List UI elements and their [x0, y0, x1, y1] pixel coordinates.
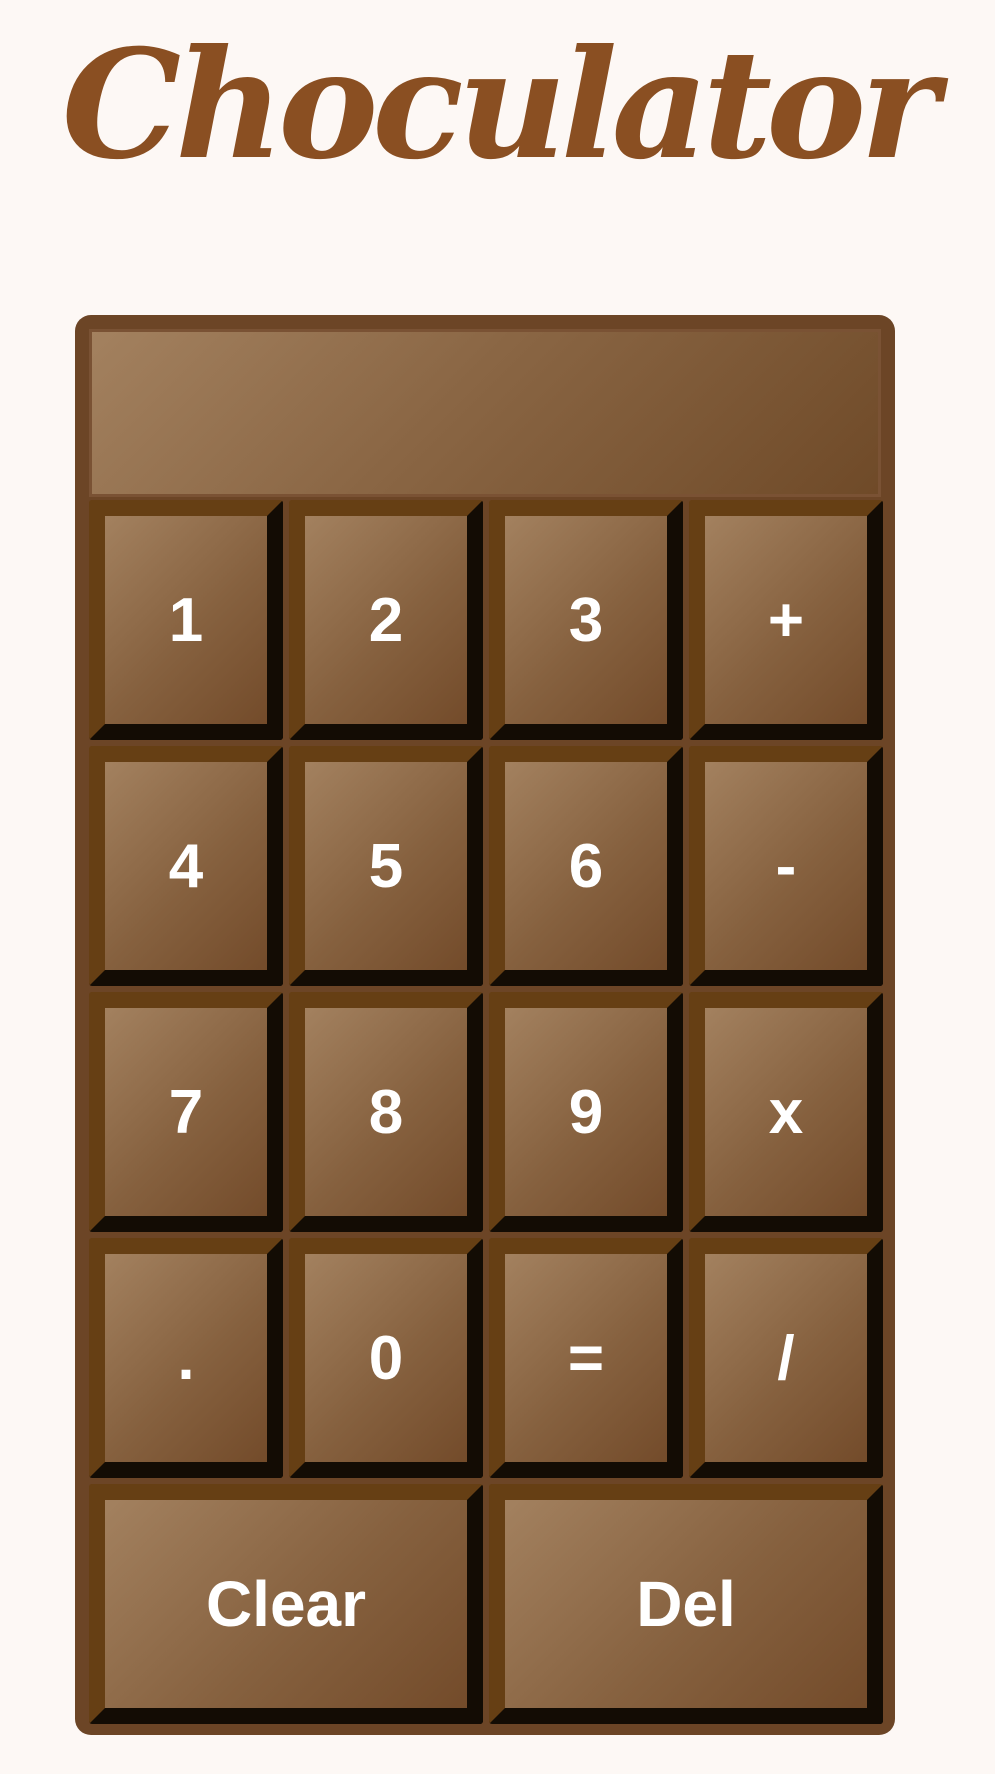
- key-2[interactable]: 2: [289, 500, 483, 740]
- key-7[interactable]: 7: [89, 992, 283, 1232]
- calculator-body: 1 2 3 + 4 5 6 - 7 8 9 x . 0 = / Clear De…: [75, 315, 895, 1735]
- key-minus[interactable]: -: [689, 746, 883, 986]
- calculator-display: [89, 329, 881, 497]
- key-6[interactable]: 6: [489, 746, 683, 986]
- key-3[interactable]: 3: [489, 500, 683, 740]
- key-1[interactable]: 1: [89, 500, 283, 740]
- key-0[interactable]: 0: [289, 1238, 483, 1478]
- key-8[interactable]: 8: [289, 992, 483, 1232]
- key-5[interactable]: 5: [289, 746, 483, 986]
- clear-button[interactable]: Clear: [89, 1484, 483, 1724]
- key-9[interactable]: 9: [489, 992, 683, 1232]
- delete-button[interactable]: Del: [489, 1484, 883, 1724]
- key-4[interactable]: 4: [89, 746, 283, 986]
- page: Choculator 1 2 3 + 4 5 6 - 7 8 9 x . 0 =…: [0, 0, 995, 1774]
- key-decimal[interactable]: .: [89, 1238, 283, 1478]
- key-equals[interactable]: =: [489, 1238, 683, 1478]
- app-title: Choculator: [61, 17, 939, 193]
- key-multiply[interactable]: x: [689, 992, 883, 1232]
- key-divide[interactable]: /: [689, 1238, 883, 1478]
- key-plus[interactable]: +: [689, 500, 883, 740]
